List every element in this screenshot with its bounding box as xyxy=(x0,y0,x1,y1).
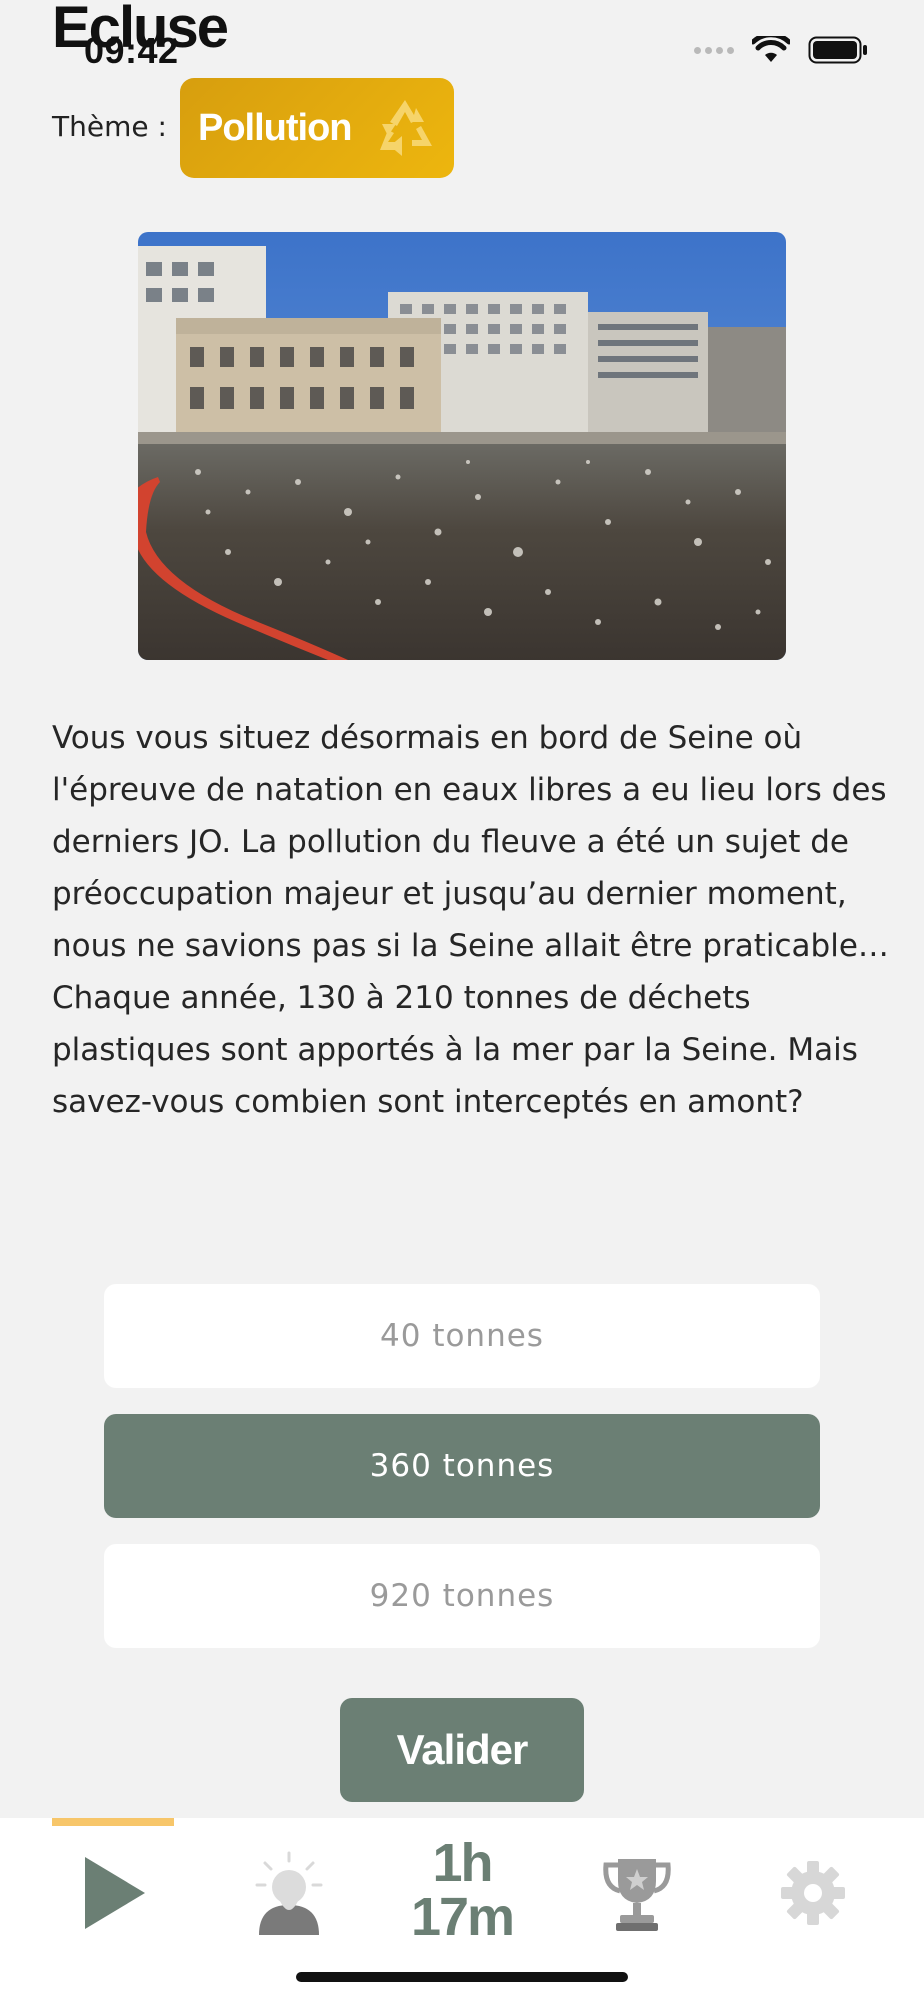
answer-option[interactable]: 920 tonnes xyxy=(104,1544,820,1648)
question-description: Vous vous situez désormais en bord de Se… xyxy=(52,712,892,1128)
play-icon xyxy=(85,1857,145,1929)
recycle-icon xyxy=(380,100,432,156)
status-icons xyxy=(694,36,868,64)
tab-play[interactable] xyxy=(52,1818,174,1968)
validate-button[interactable]: Valider xyxy=(340,1698,584,1802)
theme-badge: Pollution xyxy=(180,78,454,178)
remaining-time: 1h 17m xyxy=(380,1836,544,1944)
tab-settings[interactable] xyxy=(752,1818,874,1968)
tab-hint[interactable] xyxy=(228,1818,350,1968)
home-indicator xyxy=(296,1972,628,1982)
gear-icon xyxy=(781,1861,845,1925)
theme-badge-text: Pollution xyxy=(198,106,353,149)
description-paragraph: Chaque année, 130 à 210 tonnes de déchet… xyxy=(52,980,858,1120)
description-paragraph: Vous vous situez désormais en bord de Se… xyxy=(52,720,889,964)
timer-minutes: 17m xyxy=(410,1887,515,1947)
battery-icon xyxy=(808,36,867,64)
wifi-icon xyxy=(752,36,790,62)
signal-dots-icon xyxy=(694,46,734,54)
hint-person-icon xyxy=(255,1851,323,1935)
timer-hours: 1h xyxy=(432,1833,493,1893)
trophy-icon xyxy=(603,1859,671,1931)
status-time: 09:42 xyxy=(84,30,179,71)
tab-leaderboard[interactable] xyxy=(576,1818,698,1968)
answer-option[interactable]: 40 tonnes xyxy=(104,1284,820,1388)
photo-illustration xyxy=(138,232,786,660)
answer-option-selected[interactable]: 360 tonnes xyxy=(104,1414,820,1518)
canal-lock-photo xyxy=(138,232,786,660)
theme-label: Thème : xyxy=(52,110,167,143)
